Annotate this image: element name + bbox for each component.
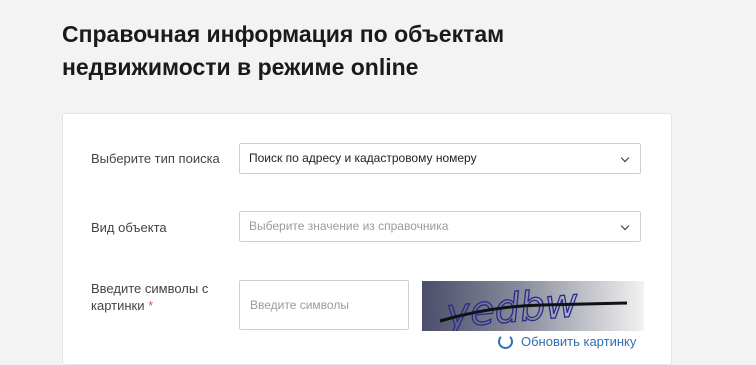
refresh-icon bbox=[498, 334, 513, 349]
chevron-down-icon bbox=[620, 153, 630, 163]
object-type-label: Вид объекта bbox=[91, 220, 167, 235]
captcha-label: Введите символы с картинки * bbox=[91, 280, 226, 314]
captcha-input[interactable] bbox=[239, 280, 409, 330]
page-title-line-2: недвижимости в режиме online bbox=[62, 54, 419, 80]
refresh-captcha-link[interactable]: Обновить картинку bbox=[498, 334, 636, 349]
required-mark: * bbox=[148, 298, 154, 313]
refresh-captcha-label: Обновить картинку bbox=[521, 334, 637, 349]
captcha-image-graphic: yedbw bbox=[422, 281, 644, 331]
object-type-placeholder: Выберите значение из справочника bbox=[249, 219, 449, 233]
search-type-label: Выберите тип поиска bbox=[91, 151, 220, 166]
search-type-value: Поиск по адресу и кадастровому номеру bbox=[249, 151, 477, 165]
captcha-image: yedbw bbox=[422, 281, 644, 331]
chevron-down-icon bbox=[620, 221, 630, 231]
page-title-line-1: Справочная информация по объектам bbox=[62, 21, 505, 47]
object-type-select[interactable]: Выберите значение из справочника bbox=[239, 211, 641, 242]
search-form-card: Выберите тип поиска Поиск по адресу и ка… bbox=[62, 113, 672, 365]
search-type-select[interactable]: Поиск по адресу и кадастровому номеру bbox=[239, 143, 641, 174]
page-title: Справочная информация по объектам недвиж… bbox=[62, 18, 622, 84]
